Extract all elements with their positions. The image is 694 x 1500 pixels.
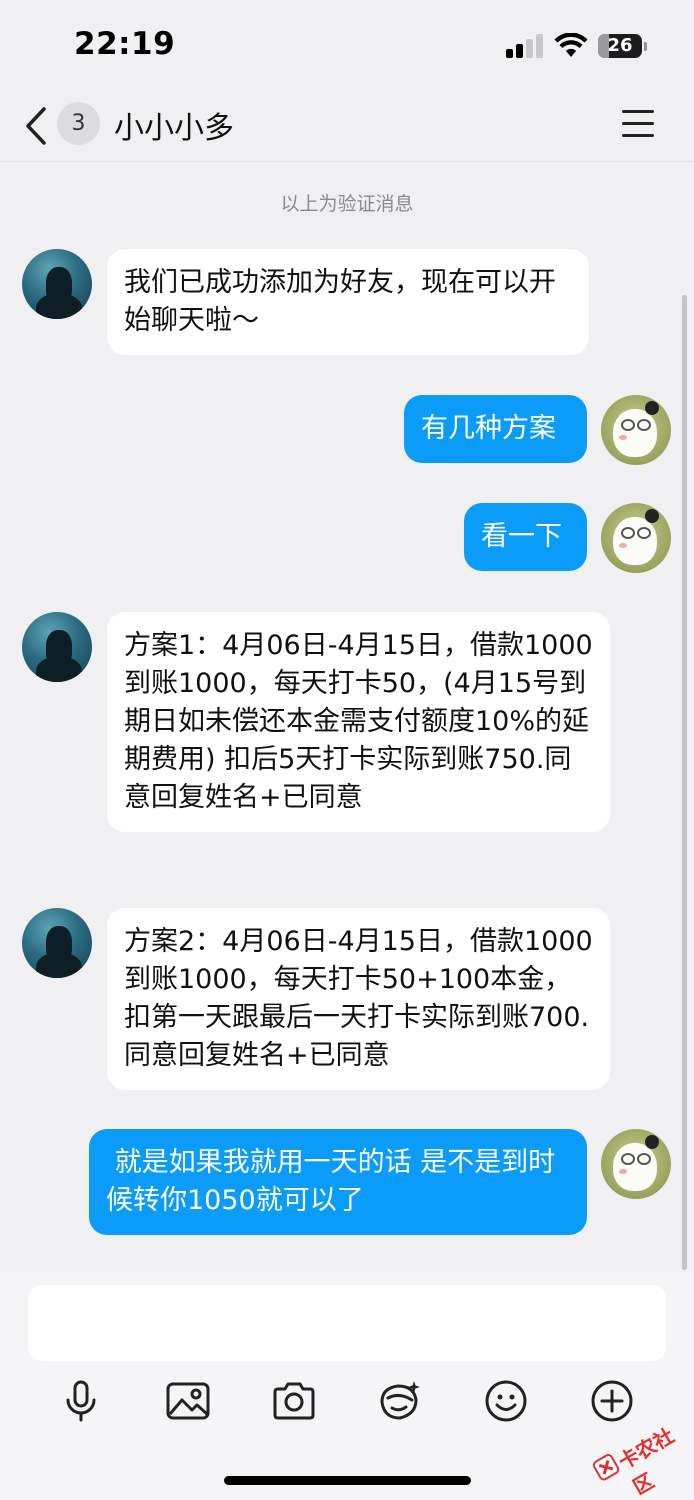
status-time: 22:19 xyxy=(74,26,176,62)
emoji-icon[interactable] xyxy=(483,1378,529,1424)
image-icon[interactable] xyxy=(165,1378,211,1424)
back-chevron-icon[interactable] xyxy=(20,104,50,148)
microphone-icon[interactable] xyxy=(58,1378,104,1424)
user-avatar[interactable] xyxy=(601,1129,671,1199)
cellular-signal-icon xyxy=(506,34,544,58)
contact-avatar[interactable] xyxy=(22,612,92,682)
contact-avatar[interactable] xyxy=(22,249,92,319)
battery-tip xyxy=(644,42,647,51)
status-bar: 22:19 26 xyxy=(0,0,694,90)
message-bubble-outgoing[interactable]: 看一下 xyxy=(464,503,587,571)
sticker-icon[interactable] xyxy=(376,1378,422,1424)
message-bubble-incoming[interactable]: 方案2：4月06日-4月15日，借款1000到账1000，每天打卡50+100本… xyxy=(107,908,610,1090)
home-indicator[interactable] xyxy=(224,1476,471,1485)
message-input[interactable] xyxy=(28,1285,666,1361)
battery-icon: 26 xyxy=(598,34,642,58)
camera-icon[interactable] xyxy=(271,1378,317,1424)
wifi-icon xyxy=(554,33,588,57)
contact-avatar[interactable] xyxy=(22,908,92,978)
chat-header xyxy=(0,90,694,162)
battery-level: 26 xyxy=(607,35,633,56)
chat-title: 小小小多 xyxy=(114,111,234,146)
user-avatar[interactable] xyxy=(601,395,671,465)
unread-count-badge[interactable]: 3 xyxy=(57,102,100,145)
menu-icon[interactable] xyxy=(622,110,656,138)
message-bubble-outgoing[interactable]: 有几种方案 xyxy=(404,395,587,463)
message-bubble-incoming[interactable]: 我们已成功添加为好友，现在可以开始聊天啦～ xyxy=(107,249,589,355)
message-bubble-outgoing[interactable]: 就是如果我就用一天的话 是不是到时候转你1050就可以了 xyxy=(89,1129,587,1235)
message-bubble-incoming[interactable]: 方案1：4月06日-4月15日，借款1000到账1000，每天打卡50，(4月1… xyxy=(107,612,610,832)
chat-scrollbar[interactable] xyxy=(682,295,687,1270)
user-avatar[interactable] xyxy=(601,503,671,573)
verification-notice: 以上为验证消息 xyxy=(280,193,414,215)
